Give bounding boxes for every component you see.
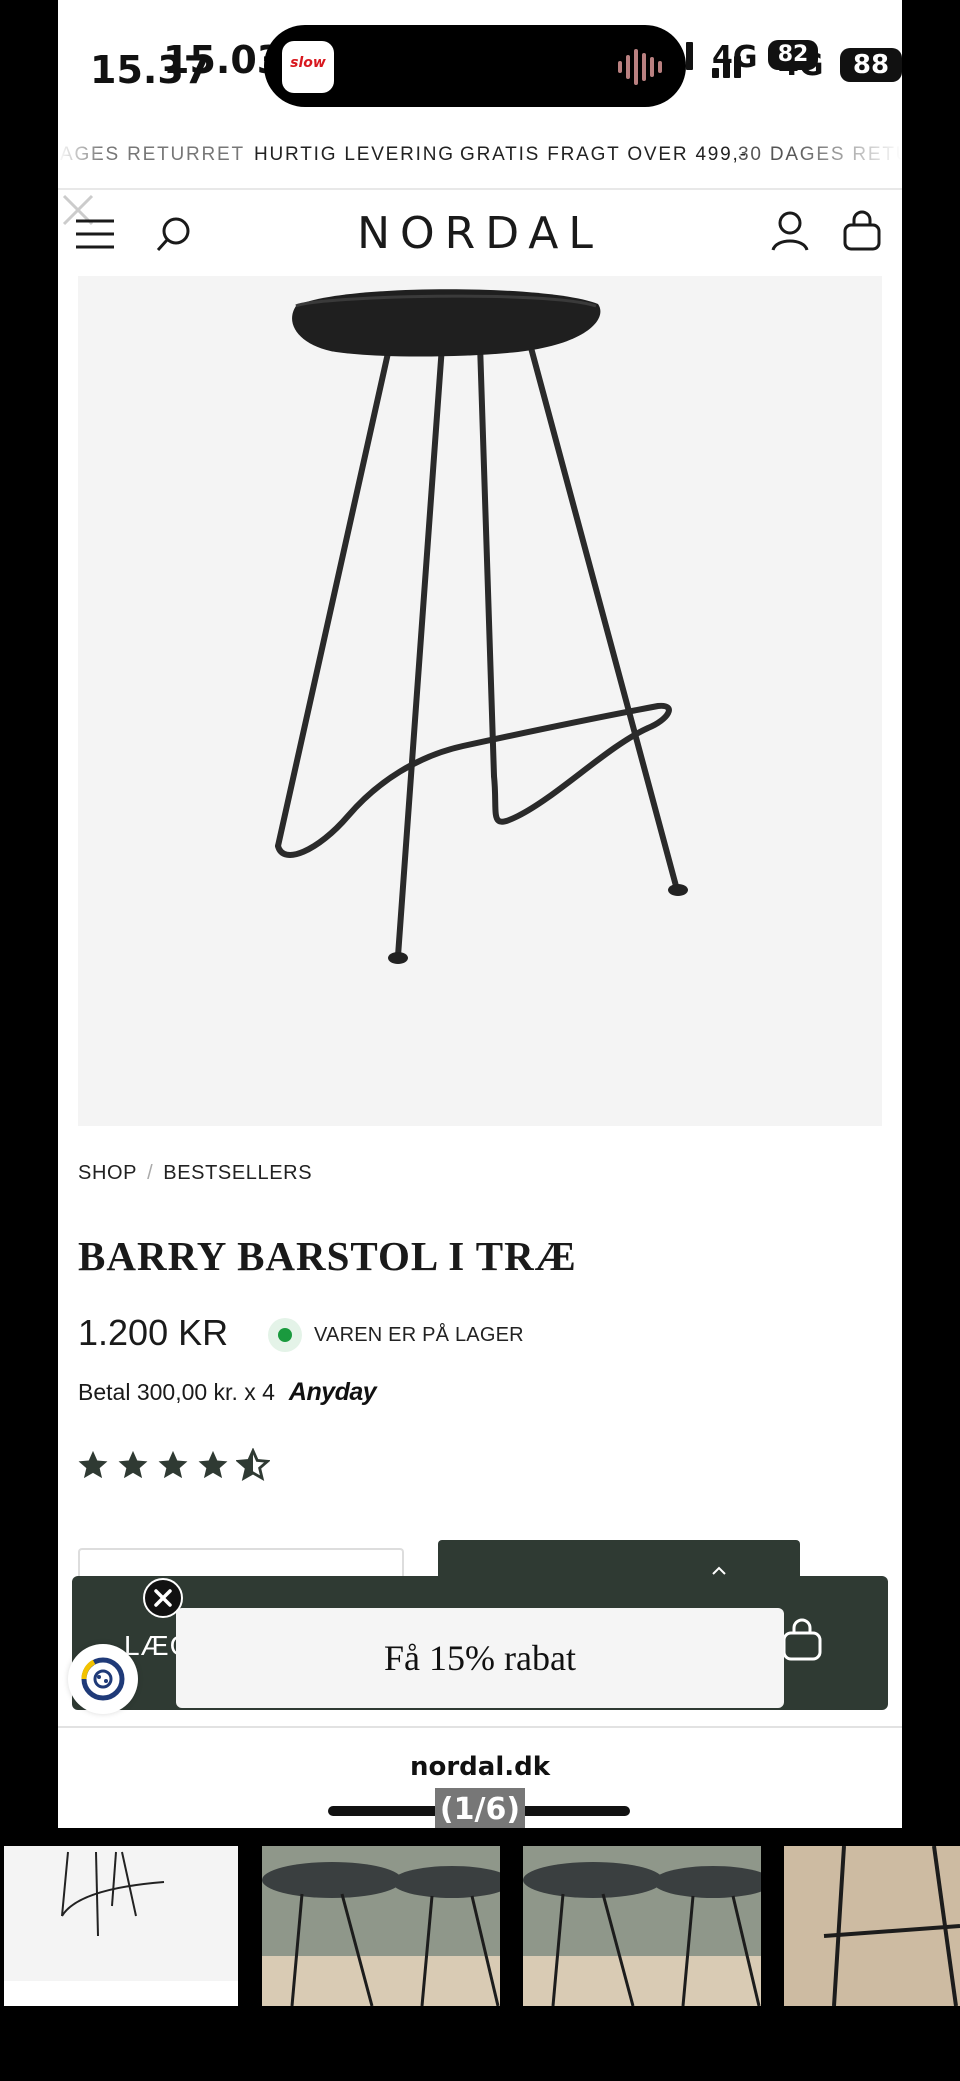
- chevron-up-icon: [712, 1566, 726, 1575]
- breadcrumb-separator: /: [147, 1162, 154, 1184]
- stock-status: VAREN ER PÅ LAGER: [268, 1318, 524, 1352]
- product-image[interactable]: [78, 276, 882, 1126]
- thumbnail-3[interactable]: [523, 1846, 761, 2006]
- product-price: 1.200 KR: [78, 1312, 229, 1353]
- half-star-icon: [236, 1448, 270, 1482]
- stock-status-text: VAREN ER PÅ LAGER: [314, 1323, 524, 1346]
- app-icon: slow: [282, 41, 334, 93]
- star-icon: [118, 1450, 148, 1479]
- breadcrumb-item-shop[interactable]: SHOP: [78, 1162, 137, 1185]
- dynamic-island: slow: [264, 25, 686, 107]
- ticker-fade: [58, 136, 102, 188]
- ticker-item: HURTIG LEVERING: [254, 144, 455, 165]
- product-title: BARRY BARSTOL I TRÆ: [78, 1233, 577, 1279]
- usp-ticker: AGES RETURRET HURTIG LEVERING GRATIS FRA…: [58, 136, 902, 190]
- add-to-cart-button[interactable]: [438, 1540, 800, 1580]
- app-icon-label: slow: [290, 55, 326, 71]
- battery-back: 82: [768, 40, 818, 70]
- battery-front: 88: [840, 48, 902, 82]
- thumbnail-image: [4, 1851, 238, 2006]
- cookie-settings-button[interactable]: [68, 1644, 138, 1714]
- browser-address-bar[interactable]: nordal.dk (1/6): [58, 1726, 902, 1828]
- thumbnail-2[interactable]: [262, 1846, 500, 2006]
- phone-screen: 15.37 15.03 slow 4G 4G 82 88 AGES RETURR…: [58, 0, 902, 1828]
- account-icon[interactable]: [770, 210, 810, 252]
- ticker-fade: [792, 136, 902, 188]
- discount-popup[interactable]: Få 15% rabat: [176, 1608, 784, 1708]
- close-icon: [154, 1589, 172, 1607]
- popup-close-button[interactable]: [143, 1578, 183, 1618]
- domain-label: nordal.dk: [409, 1752, 551, 1782]
- cookie-icon: [81, 1657, 125, 1701]
- site-header: NORDAL: [58, 190, 902, 276]
- star-icon: [78, 1450, 108, 1479]
- audio-wave-icon: [618, 49, 662, 85]
- shopping-bag-icon: [782, 1618, 822, 1661]
- ticker-item: GRATIS FRAGT OVER 499,-: [460, 144, 748, 165]
- cart-icon[interactable]: [842, 210, 882, 252]
- installment-text: Betal 300,00 kr. x 4: [78, 1379, 275, 1405]
- in-stock-icon: [268, 1318, 302, 1352]
- star-icon: [158, 1450, 188, 1479]
- thumbnail-image: [523, 1846, 761, 2006]
- thumbnail-1[interactable]: [4, 1846, 238, 2006]
- rating-stars[interactable]: [76, 1448, 270, 1482]
- anyday-logo[interactable]: Anyday: [289, 1378, 377, 1407]
- star-icon: [198, 1450, 228, 1479]
- installment-info: Betal 300,00 kr. x 4 Anyday: [78, 1378, 377, 1407]
- thumbnail-4[interactable]: [784, 1846, 960, 2006]
- breadcrumb: SHOP / BESTSELLERS: [78, 1162, 312, 1185]
- thumbnail-image: [784, 1846, 960, 2006]
- signal-icon: [686, 42, 693, 70]
- breadcrumb-item-bestsellers[interactable]: BESTSELLERS: [163, 1162, 312, 1185]
- thumbnail-image: [262, 1846, 500, 2006]
- network-label-back: 4G: [712, 40, 758, 75]
- discount-popup-text: Få 15% rabat: [384, 1638, 576, 1678]
- barstool-image: [275, 289, 688, 964]
- thumbnail-strip: [0, 1846, 960, 2006]
- page-indicator: (1/6): [435, 1788, 525, 1828]
